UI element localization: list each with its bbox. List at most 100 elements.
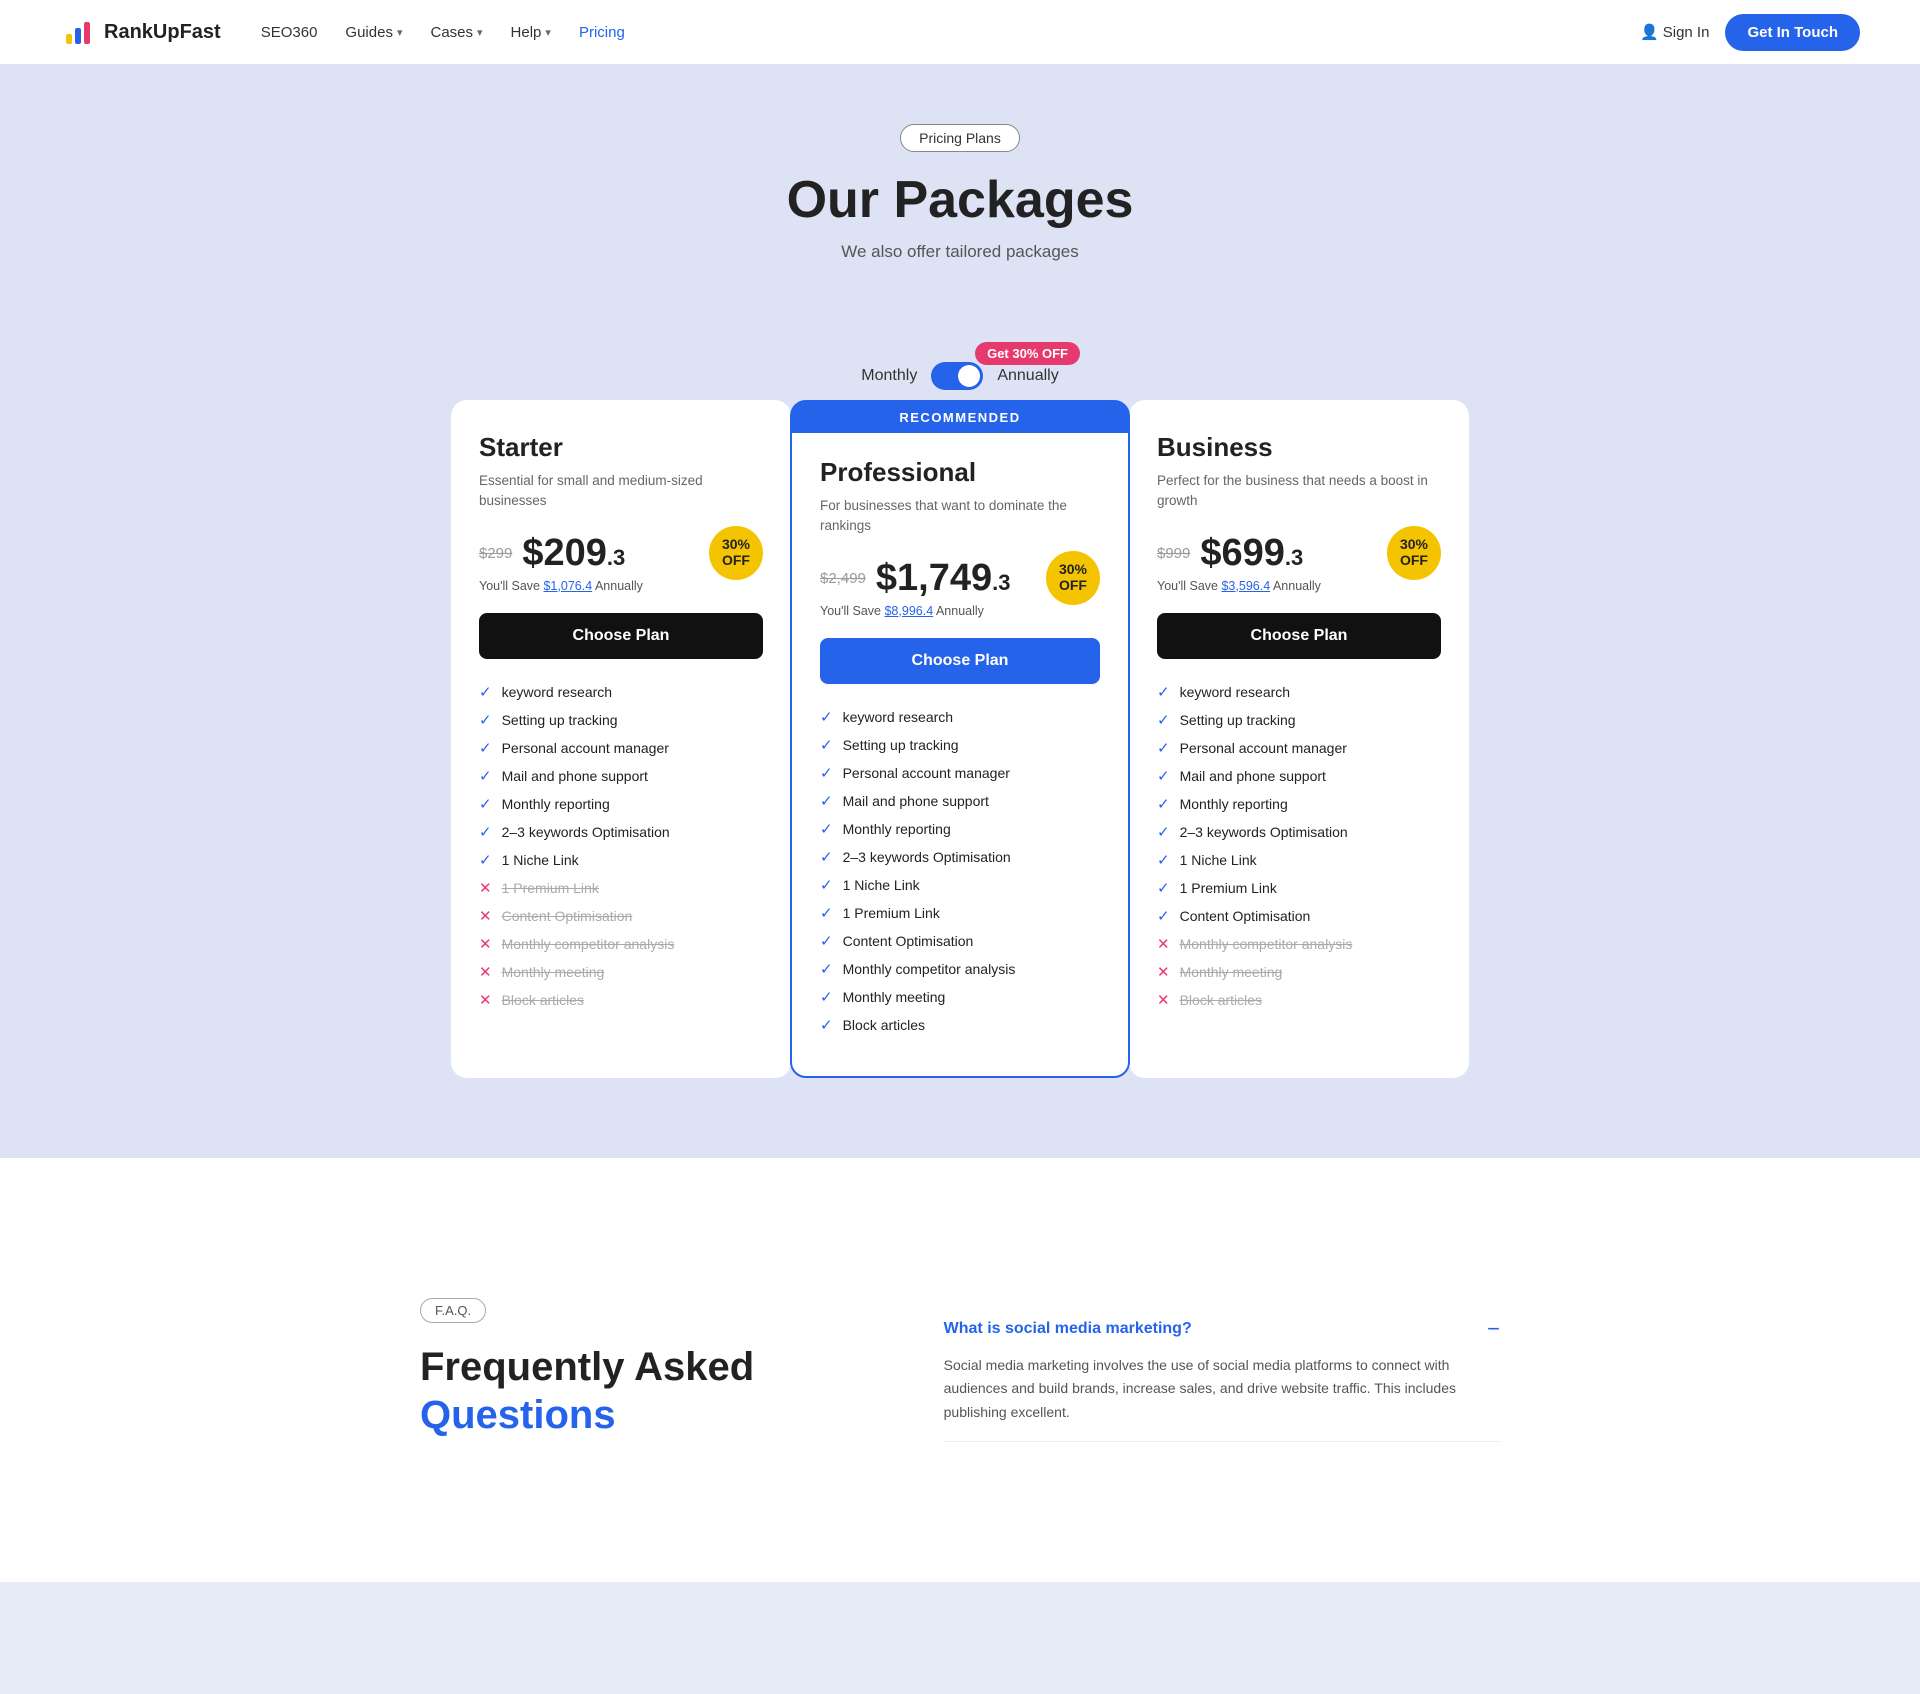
prof-feat-0: ✓keyword research: [820, 708, 1100, 726]
biz-feat-1: ✓Setting up tracking: [1157, 711, 1441, 729]
prof-feat-4: ✓Monthly reporting: [820, 820, 1100, 838]
biz-feat-6: ✓1 Niche Link: [1157, 851, 1441, 869]
x-icon: ✕: [1157, 991, 1170, 1009]
starter-feat-5: ✓2–3 keywords Optimisation: [479, 823, 763, 841]
biz-feat-8: ✓Content Optimisation: [1157, 907, 1441, 925]
business-plan-desc: Perfect for the business that needs a bo…: [1157, 471, 1441, 512]
business-features: ✓keyword research ✓Setting up tracking ✓…: [1157, 683, 1441, 1009]
starter-feat-3: ✓Mail and phone support: [479, 767, 763, 785]
professional-off-badge: 30%OFF: [1046, 551, 1100, 605]
check-icon: ✓: [479, 767, 492, 785]
logo-icon: [60, 14, 96, 50]
business-choose-btn[interactable]: Choose Plan: [1157, 613, 1441, 659]
x-icon: ✕: [479, 991, 492, 1009]
check-icon: ✓: [479, 739, 492, 757]
prof-feat-7: ✓1 Premium Link: [820, 904, 1100, 922]
check-icon: ✓: [1157, 907, 1170, 925]
starter-off-badge: 30%OFF: [709, 526, 763, 580]
check-icon: ✓: [1157, 711, 1170, 729]
cards-section: Monthly Annually Get 30% OFF Starter Ess…: [0, 302, 1920, 1158]
starter-feat-2: ✓Personal account manager: [479, 739, 763, 757]
check-icon: ✓: [820, 764, 833, 782]
faq-question-text-0: What is social media marketing?: [944, 1320, 1192, 1338]
page-title: Our Packages: [20, 170, 1900, 230]
prof-feat-5: ✓2–3 keywords Optimisation: [820, 848, 1100, 866]
nav-cases[interactable]: Cases ▾: [430, 24, 482, 41]
business-plan-name: Business: [1157, 432, 1441, 463]
nav-help[interactable]: Help ▾: [511, 24, 551, 41]
starter-price-row: $299 $209.3 30%OFF: [479, 532, 763, 575]
starter-feat-4: ✓Monthly reporting: [479, 795, 763, 813]
business-plan-card: Business Perfect for the business that n…: [1129, 400, 1469, 1078]
discount-badge: Get 30% OFF: [975, 342, 1080, 365]
biz-feat-5: ✓2–3 keywords Optimisation: [1157, 823, 1441, 841]
faq-title: Frequently Asked Questions: [420, 1343, 884, 1439]
starter-plan-card: Starter Essential for small and medium-s…: [451, 400, 791, 1078]
billing-toggle[interactable]: [931, 362, 983, 390]
biz-feat-0: ✓keyword research: [1157, 683, 1441, 701]
hero-section: Pricing Plans Our Packages We also offer…: [0, 64, 1920, 302]
check-icon: ✓: [820, 960, 833, 978]
starter-feat-0: ✓keyword research: [479, 683, 763, 701]
nav-guides[interactable]: Guides ▾: [345, 24, 402, 41]
plans-grid: Starter Essential for small and medium-s…: [410, 400, 1510, 1078]
professional-price-row: $2,499 $1,749.3 30%OFF: [820, 557, 1100, 600]
check-icon: ✓: [820, 736, 833, 754]
prof-feat-6: ✓1 Niche Link: [820, 876, 1100, 894]
check-icon: ✓: [820, 932, 833, 950]
starter-features: ✓keyword research ✓Setting up tracking ✓…: [479, 683, 763, 1009]
biz-feat-10: ✕Monthly meeting: [1157, 963, 1441, 981]
business-old-price: $999: [1157, 545, 1190, 562]
check-icon: ✓: [479, 795, 492, 813]
check-icon: ✓: [820, 792, 833, 810]
biz-feat-3: ✓Mail and phone support: [1157, 767, 1441, 785]
biz-feat-2: ✓Personal account manager: [1157, 739, 1441, 757]
faq-answer-0: Social media marketing involves the use …: [944, 1354, 1500, 1441]
check-icon: ✓: [820, 988, 833, 1006]
navbar: RankUpFast SEO360 Guides ▾ Cases ▾ Help …: [0, 0, 1920, 64]
starter-choose-btn[interactable]: Choose Plan: [479, 613, 763, 659]
check-icon: ✓: [479, 711, 492, 729]
business-price-row: $999 $699.3 30%OFF: [1157, 532, 1441, 575]
prof-feat-1: ✓Setting up tracking: [820, 736, 1100, 754]
faq-question-0[interactable]: What is social media marketing? −: [944, 1298, 1500, 1354]
prof-feat-9: ✓Monthly competitor analysis: [820, 960, 1100, 978]
monthly-label: Monthly: [861, 367, 917, 385]
nav-seo360[interactable]: SEO360: [261, 24, 318, 41]
starter-plan-desc: Essential for small and medium-sized bus…: [479, 471, 763, 512]
check-icon: ✓: [1157, 739, 1170, 757]
get-in-touch-button[interactable]: Get In Touch: [1725, 14, 1860, 51]
professional-choose-btn[interactable]: Choose Plan: [820, 638, 1100, 684]
faq-collapse-icon[interactable]: −: [1487, 1316, 1500, 1342]
check-icon: ✓: [820, 848, 833, 866]
guides-chevron-icon: ▾: [397, 26, 403, 39]
check-icon: ✓: [1157, 823, 1170, 841]
professional-plan-desc: For businesses that want to dominate the…: [820, 496, 1100, 537]
biz-feat-7: ✓1 Premium Link: [1157, 879, 1441, 897]
biz-feat-4: ✓Monthly reporting: [1157, 795, 1441, 813]
sign-in-button[interactable]: 👤 Sign In: [1640, 23, 1709, 41]
nav-links: SEO360 Guides ▾ Cases ▾ Help ▾ Pricing: [261, 24, 1640, 41]
help-chevron-icon: ▾: [545, 26, 551, 39]
starter-feat-6: ✓1 Niche Link: [479, 851, 763, 869]
billing-toggle-wrap: Monthly Annually Get 30% OFF: [60, 362, 1860, 390]
toggle-knob: [958, 365, 980, 387]
x-icon: ✕: [1157, 963, 1170, 981]
nav-pricing[interactable]: Pricing: [579, 24, 625, 41]
faq-left: F.A.Q. Frequently Asked Questions: [420, 1298, 884, 1442]
x-icon: ✕: [479, 879, 492, 897]
starter-feat-8: ✕Content Optimisation: [479, 907, 763, 925]
faq-outer: F.A.Q. Frequently Asked Questions What i…: [0, 1158, 1920, 1582]
starter-feat-7: ✕1 Premium Link: [479, 879, 763, 897]
prof-feat-11: ✓Block articles: [820, 1016, 1100, 1034]
prof-feat-8: ✓Content Optimisation: [820, 932, 1100, 950]
check-icon: ✓: [820, 1016, 833, 1034]
logo[interactable]: RankUpFast: [60, 14, 221, 50]
check-icon: ✓: [479, 823, 492, 841]
faq-badge: F.A.Q.: [420, 1298, 486, 1323]
faq-title-blue: Questions: [420, 1393, 616, 1437]
check-icon: ✓: [820, 904, 833, 922]
starter-feat-1: ✓Setting up tracking: [479, 711, 763, 729]
annually-label: Annually: [997, 367, 1058, 385]
x-icon: ✕: [479, 907, 492, 925]
